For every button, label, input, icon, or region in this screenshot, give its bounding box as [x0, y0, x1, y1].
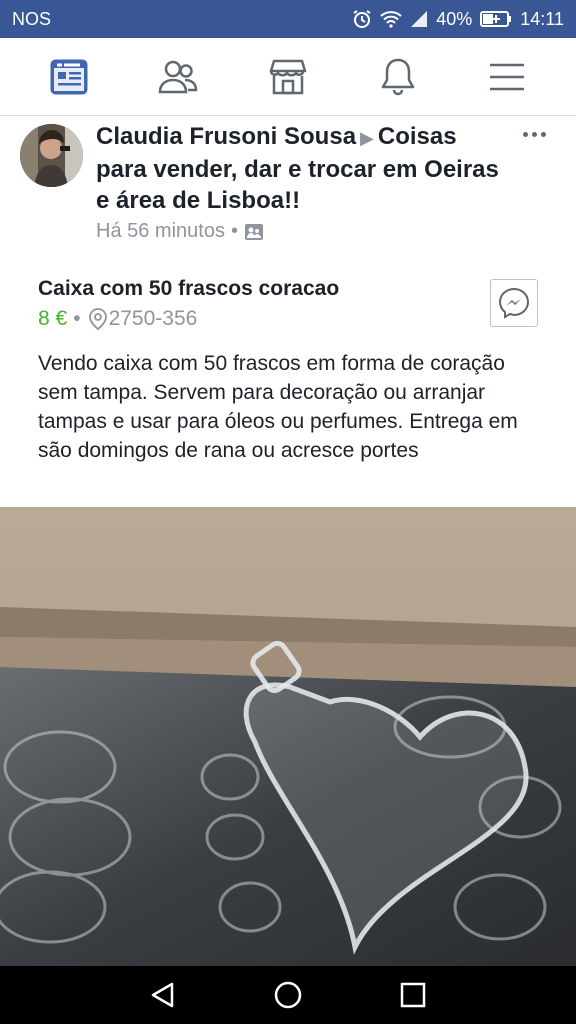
status-icons: 40% 14:11 [352, 9, 564, 30]
notifications-icon [381, 58, 414, 95]
wifi-icon [380, 11, 402, 28]
heart-jars-photo [0, 507, 576, 966]
marketplace-post: Claudia Frusoni Sousa ▶ Coisas para vender… [0, 117, 576, 507]
item-title[interactable]: Caixa com 50 frascos coracao [38, 277, 339, 301]
top-nav-bar [0, 38, 576, 116]
profile-photo [20, 124, 83, 187]
nav-news-feed[interactable] [34, 47, 104, 107]
item-photo[interactable] [0, 507, 576, 966]
news-feed-icon [50, 59, 88, 94]
nav-menu[interactable] [472, 47, 542, 107]
status-bar: NOS 40% 14:11 [0, 0, 576, 38]
location-text: 2750-356 [108, 307, 198, 330]
nav-notifications[interactable] [363, 47, 433, 107]
post-meta: Há 56 minutos • [96, 220, 264, 243]
battery-charging-icon [480, 11, 512, 27]
dot [531, 131, 537, 137]
battery-percent: 40% [436, 8, 473, 29]
menu-icon [490, 63, 525, 90]
avatar[interactable] [20, 124, 83, 187]
item-location[interactable]: 2750-356 [87, 307, 198, 331]
group-audience-icon [244, 223, 263, 240]
location-pin-icon [88, 308, 107, 331]
nav-marketplace[interactable] [253, 47, 323, 107]
home-button[interactable] [258, 970, 318, 1020]
message-seller-button[interactable] [490, 279, 538, 327]
android-nav-bar [0, 966, 576, 1024]
post-header-text: Claudia Frusoni Sousa ▶ Coisas para vender… [96, 121, 506, 216]
back-button[interactable] [133, 970, 193, 1020]
dot [540, 131, 546, 137]
arrow-right-icon: ▶ [360, 128, 374, 148]
price-separator: • [73, 307, 81, 330]
recents-button[interactable] [383, 970, 443, 1020]
nav-friends[interactable] [143, 47, 213, 107]
home-circle-icon [274, 981, 302, 1009]
meta-separator: • [230, 220, 238, 242]
carrier-label: NOS [12, 8, 52, 29]
recents-square-icon [401, 982, 426, 1008]
item-price: 8 € [38, 307, 68, 330]
dot [522, 131, 528, 137]
friends-icon [159, 60, 198, 93]
messenger-icon [498, 287, 530, 319]
back-triangle-icon [151, 982, 173, 1008]
signal-icon [411, 11, 428, 27]
item-description: Vendo caixa com 50 frascos em forma de c… [38, 352, 518, 462]
post-time[interactable]: Há 56 minutos [96, 220, 225, 243]
alarm-icon [353, 10, 371, 28]
clock: 14:11 [520, 8, 564, 29]
author-name[interactable]: Claudia Frusoni Sousa [96, 123, 356, 150]
marketplace-icon [269, 59, 307, 94]
item-price-row: 8 € • 2750-356 [38, 307, 197, 331]
more-options-button[interactable] [516, 119, 552, 149]
